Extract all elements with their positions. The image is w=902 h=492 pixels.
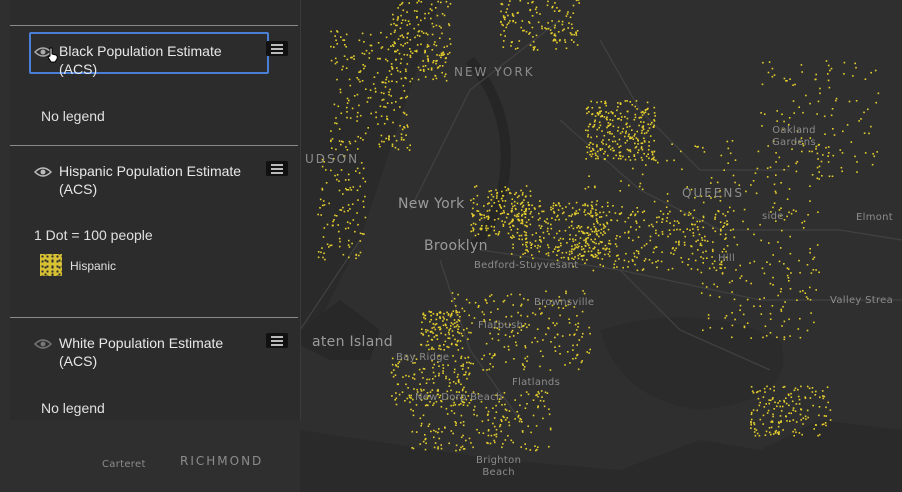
divider <box>10 145 298 146</box>
dot-density-rule: 1 Dot = 100 people <box>34 227 153 243</box>
map-label-brownsville: Brownsville <box>534 297 595 308</box>
map-label-valley-stream: Valley Strea <box>830 295 894 306</box>
eye-icon[interactable] <box>34 338 52 350</box>
map-label-bedford-stuyvesant: Bedford-Stuyvesant <box>474 260 579 271</box>
eye-icon[interactable] <box>34 166 52 178</box>
map-label-richmond: RICHMOND <box>180 454 264 468</box>
map-label-forest-hill: Hill <box>718 253 736 264</box>
mouse-pointer-icon <box>47 47 58 63</box>
map-label-new-york-upper: NEW YORK <box>454 65 535 79</box>
map-label-staten-island: aten Island <box>312 334 393 350</box>
layer-title: White Population Estimate (ACS) <box>59 335 224 369</box>
legend-item-label: Hispanic <box>70 259 117 273</box>
divider <box>10 317 298 318</box>
layer-header[interactable]: Hispanic Population Estimate (ACS) <box>10 161 300 206</box>
map-label-flatbush: Flatbush <box>478 320 524 331</box>
legend-panel: Black Population Estimate (ACS) No legen… <box>10 0 301 420</box>
map-label-elmont: Elmont <box>856 212 894 223</box>
map-label-hudson: UDSON <box>305 152 360 166</box>
no-legend-text: No legend <box>41 400 105 416</box>
legend-list-icon[interactable] <box>266 41 288 56</box>
layer-title: Hispanic Population Estimate (ACS) <box>59 163 242 197</box>
map-label-brighton-beach: Brighton Beach <box>476 455 522 478</box>
divider <box>10 25 298 26</box>
map-label-flatlands: Flatlands <box>512 377 561 388</box>
legend-list-icon[interactable] <box>266 161 288 176</box>
map-label-new-dorp: New Dorp Beach <box>415 392 503 403</box>
map-label-oakland-gardens: Oakland Gardens <box>772 125 816 148</box>
map-label-queens: QUEENS <box>682 186 744 200</box>
no-legend-text: No legend <box>41 108 105 124</box>
map-label-bay-ridge: Bay Ridge <box>396 352 450 363</box>
map-label-new-york: New York <box>398 196 465 212</box>
layer-header[interactable]: White Population Estimate (ACS) <box>10 333 300 378</box>
legend-list-icon[interactable] <box>266 333 288 348</box>
map-label-carteret: Carteret <box>102 459 146 470</box>
map-label-brooklyn: Brooklyn <box>424 238 488 254</box>
map-label-hillside: side <box>762 211 784 222</box>
layer-title: Black Population Estimate (ACS) <box>59 43 222 77</box>
legend-swatch <box>40 254 62 276</box>
